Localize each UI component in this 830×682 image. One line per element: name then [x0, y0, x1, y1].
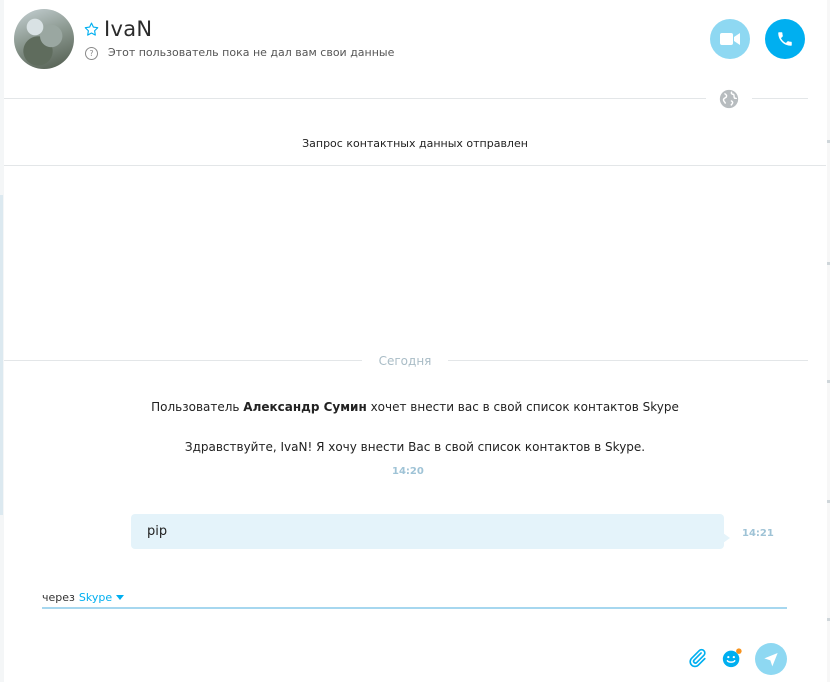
paperclip-icon[interactable]: [686, 647, 708, 669]
phone-icon: [778, 32, 792, 46]
header-divider: [4, 98, 706, 99]
help-icon[interactable]: ?: [85, 47, 98, 60]
globe-icon[interactable]: [718, 88, 740, 110]
message-bubble[interactable]: pip: [131, 514, 730, 549]
date-divider-label: Сегодня: [378, 354, 432, 368]
avatar[interactable]: [14, 9, 74, 69]
message-text: pip: [147, 524, 168, 539]
send-button[interactable]: [755, 643, 787, 675]
chevron-down-icon[interactable]: [116, 595, 125, 600]
contact-request-notice: Запрос контактных данных отправлен: [302, 137, 528, 150]
date-divider-line: [448, 360, 808, 361]
star-icon[interactable]: [83, 21, 100, 38]
contact-request-message: Пользователь Александр Сумин хочет внест…: [0, 400, 830, 414]
date-divider-line: [4, 360, 362, 361]
video-call-button[interactable]: [710, 19, 750, 59]
greeting-message: Здравствуйте, IvaN! Я хочу внести Вас в …: [184, 440, 646, 454]
request-sender[interactable]: Александр Сумин: [243, 400, 366, 414]
via-label: через: [42, 591, 75, 604]
send-icon: [764, 653, 778, 667]
video-camera-icon: [720, 33, 740, 45]
contact-status: Этот пользователь пока не дал вам свои д…: [108, 46, 395, 59]
request-prefix: Пользователь: [151, 400, 244, 414]
left-edge-accent: [0, 195, 3, 515]
message-input[interactable]: [42, 607, 787, 609]
system-message-time: 14:20: [392, 466, 424, 477]
request-suffix: хочет внести вас в свой список контактов…: [366, 400, 679, 414]
notice-divider: [4, 165, 826, 166]
via-service[interactable]: Skype: [79, 591, 112, 604]
emoji-icon[interactable]: [721, 647, 743, 669]
header-divider: [752, 98, 808, 99]
message-time: 14:21: [742, 528, 774, 539]
contact-name[interactable]: IvaN: [104, 17, 152, 41]
audio-call-button[interactable]: [765, 19, 805, 59]
send-via-selector[interactable]: через Skype: [42, 591, 125, 604]
